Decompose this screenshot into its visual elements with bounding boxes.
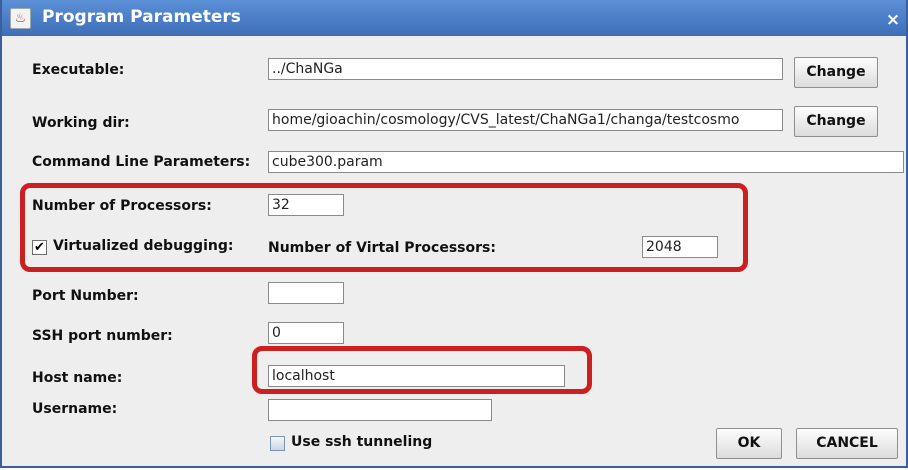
port-number-label: Port Number: <box>32 288 139 304</box>
cancel-button[interactable]: CANCEL <box>796 428 898 459</box>
executable-change-button[interactable]: Change <box>794 57 878 88</box>
java-app-icon: ♨ <box>10 8 31 29</box>
close-icon[interactable]: × <box>884 11 902 29</box>
ssh-port-label: SSH port number: <box>32 328 173 344</box>
port-number-field[interactable] <box>268 282 344 304</box>
working-dir-change-button[interactable]: Change <box>794 106 878 137</box>
command-line-label: Command Line Parameters: <box>32 154 251 170</box>
program-parameters-dialog: ♨ Program Parameters × Executable: ../Ch… <box>0 0 908 468</box>
executable-field[interactable]: ../ChaNGa <box>268 58 783 80</box>
command-line-field[interactable]: cube300.param <box>268 151 904 173</box>
host-highlight-box <box>252 346 592 394</box>
processors-highlight-box <box>20 183 748 272</box>
window-title: Program Parameters <box>42 7 241 27</box>
working-dir-value: home/gioachin/cosmology/CVS_latest/ChaNG… <box>272 112 740 128</box>
executable-label: Executable: <box>32 62 125 78</box>
host-name-label: Host name: <box>32 370 123 386</box>
username-label: Username: <box>32 401 118 417</box>
working-dir-field[interactable]: home/gioachin/cosmology/CVS_latest/ChaNG… <box>268 109 783 131</box>
working-dir-label: Working dir: <box>32 115 130 131</box>
ssh-tunneling-checkbox[interactable] <box>270 436 285 451</box>
title-bar[interactable]: ♨ Program Parameters × <box>2 0 906 36</box>
ssh-port-field[interactable]: 0 <box>268 322 344 344</box>
ok-button[interactable]: OK <box>716 428 782 459</box>
ssh-tunneling-label: Use ssh tunneling <box>291 434 433 450</box>
username-field[interactable] <box>268 399 492 421</box>
